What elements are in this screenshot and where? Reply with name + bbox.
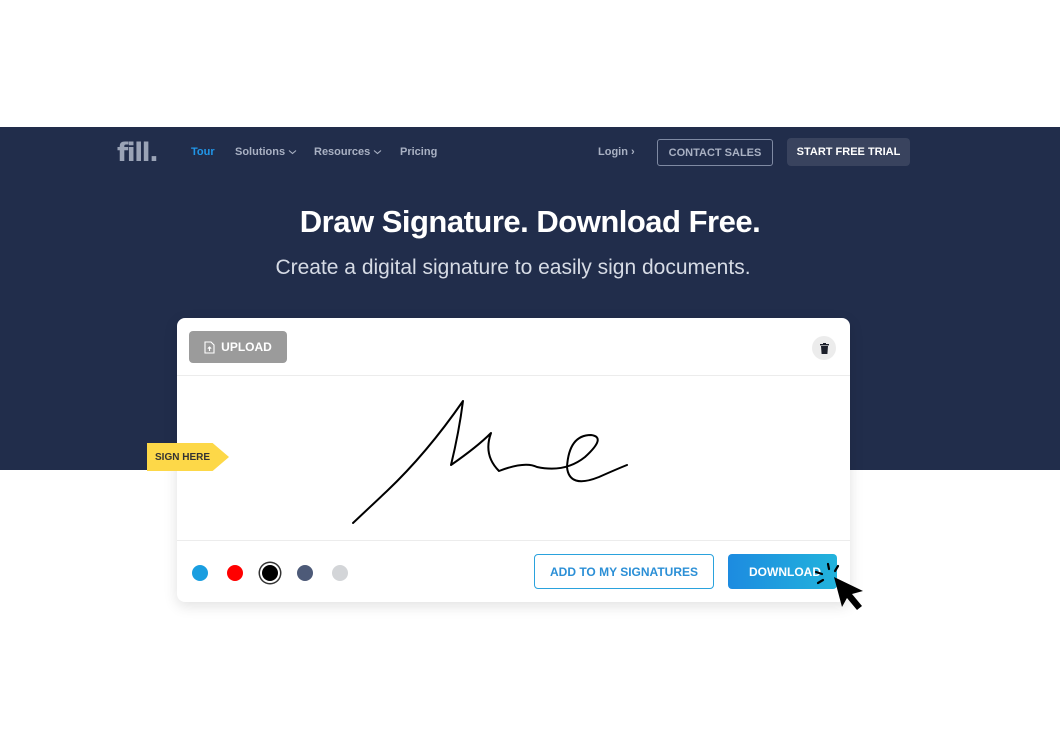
start-free-trial-button[interactable]: START FREE TRIAL xyxy=(787,138,910,166)
upload-label: UPLOAD xyxy=(221,340,272,354)
color-swatch-red[interactable] xyxy=(227,565,243,581)
nav-pricing-label: Pricing xyxy=(400,146,438,158)
color-swatch-slate[interactable] xyxy=(297,565,313,581)
contact-sales-button[interactable]: CONTACT SALES xyxy=(657,139,773,166)
color-swatch-blue[interactable] xyxy=(192,565,208,581)
color-swatch-black[interactable] xyxy=(262,565,278,581)
delete-button[interactable] xyxy=(812,336,836,360)
nav-pricing[interactable]: Pricing xyxy=(400,146,437,158)
signature-stroke xyxy=(352,400,628,524)
upload-button[interactable]: UPLOAD xyxy=(189,331,287,363)
nav-resources[interactable]: Resources xyxy=(314,146,382,158)
signature-canvas[interactable] xyxy=(177,377,850,540)
mouse-cursor-icon xyxy=(814,562,863,610)
file-upload-icon xyxy=(204,340,215,354)
color-swatch-light-gray[interactable] xyxy=(332,565,348,581)
trash-icon xyxy=(819,342,829,354)
nav-solutions-label: Solutions xyxy=(235,146,286,158)
nav-resources-label: Resources xyxy=(314,146,371,158)
page-title: Draw Signature. Download Free. xyxy=(299,204,761,239)
nav-solutions[interactable]: Solutions xyxy=(235,146,297,158)
logo[interactable]: fill. xyxy=(117,138,159,168)
card-toolbar: UPLOAD xyxy=(177,318,850,376)
add-to-signatures-button[interactable]: ADD TO MY SIGNATURES xyxy=(534,554,714,589)
sign-here-tag: SIGN HERE xyxy=(147,443,229,471)
chevron-down-icon xyxy=(288,150,297,155)
login-link[interactable]: Login › xyxy=(598,146,635,158)
chevron-down-icon xyxy=(373,150,382,155)
page-subtitle: Create a digital signature to easily sig… xyxy=(275,256,751,279)
nav-tour-label: Tour xyxy=(191,146,215,158)
sign-here-label: SIGN HERE xyxy=(155,451,211,463)
card-footer: ADD TO MY SIGNATURES DOWNLOAD xyxy=(177,540,850,602)
signature-card: UPLOAD ADD TO MY SIGNATURES DOWNLOAD xyxy=(177,318,850,602)
nav-tour[interactable]: Tour xyxy=(191,146,215,158)
